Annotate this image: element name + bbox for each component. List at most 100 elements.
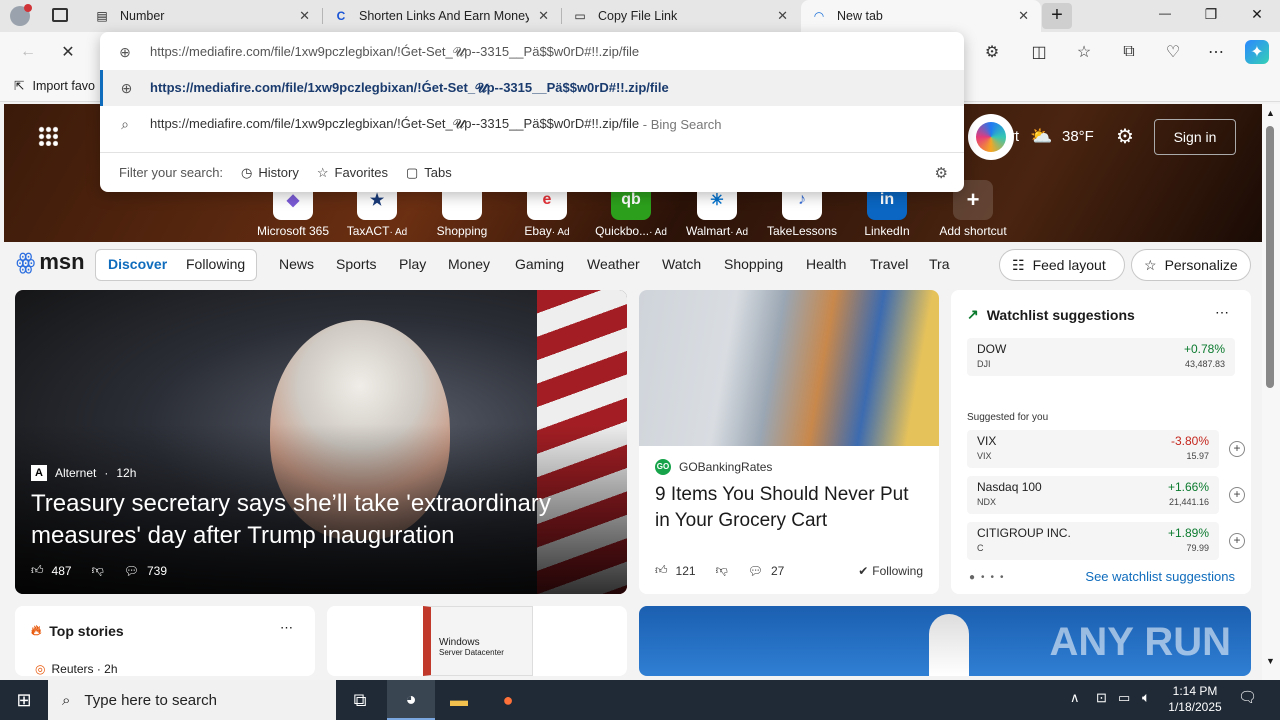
nav-gaming[interactable]: Gaming [515,256,564,272]
task-view-icon[interactable]: ⧉ [336,680,384,720]
close-tab-icon[interactable]: ✕ [299,8,310,24]
import-favorites-button[interactable]: ⇱ Import favo [14,78,95,94]
start-button[interactable]: ⊞ [0,680,48,720]
tab-new-tab[interactable]: ◠ New tab ✕ [801,0,1041,32]
restore-button[interactable]: ❐ [1196,6,1226,23]
grocery-headline[interactable]: 9 Items You Should Never Put in Your Gro… [655,482,923,534]
minimize-button[interactable]: — [1150,6,1180,20]
filter-tabs[interactable]: ▢ Tabs [406,165,452,181]
nav-travel[interactable]: Travel [870,256,908,272]
more-menu-icon[interactable]: ⋯ [1204,40,1228,64]
scroll-up-arrow[interactable]: ▲ [1266,108,1275,118]
tab-shorten-links[interactable]: C Shorten Links And Earn Money | S ✕ [323,0,561,32]
tray-chevron-icon[interactable]: ∧ [1070,690,1080,706]
firefox-icon[interactable]: ● [484,680,532,720]
new-tab-button[interactable]: + [1042,3,1072,29]
taskbar-search[interactable]: ⌕ Type here to search [48,680,336,720]
msn-logo[interactable]: ꙮ msn [16,249,85,275]
tab-number[interactable]: ▤ Number ✕ [84,0,322,32]
profile-icon[interactable] [10,4,32,26]
watchlist-row-vix[interactable]: VIX VIX -3.80% 15.97 + [967,430,1245,468]
page-scrollbar[interactable]: ▲ ▼ [1262,104,1280,680]
settings-icon[interactable]: ⚙ [1116,124,1134,149]
back-icon[interactable]: ← [16,40,40,64]
apps-grid-icon[interactable] [38,126,58,146]
see-watchlist-link[interactable]: See watchlist suggestions [1085,569,1235,584]
nav-truncated[interactable]: Tra [929,256,949,272]
add-to-watchlist-icon[interactable]: + [1229,487,1245,503]
close-window-button[interactable]: ✕ [1242,6,1272,23]
watchlist-row-ndx[interactable]: Nasdaq 100 NDX +1.66% 21,441.16 + [967,476,1245,514]
scroll-thumb[interactable] [1266,126,1274,388]
notification-icon[interactable]: 🗨︎ [1238,688,1257,706]
extensions-icon[interactable]: ⚙ [980,40,1004,64]
address-input-row[interactable]: ⊕ https://mediafire.com/file/1xw9pczlegb… [100,34,964,70]
nav-sports[interactable]: Sports [336,256,376,272]
grocery-story-card[interactable]: GO GOBankingRates 9 Items You Should Nev… [639,290,939,594]
nav-shopping[interactable]: Shopping [724,256,783,272]
lead-story-card[interactable]: A Alternet · 12h Treasury secretary says… [15,290,627,594]
following-badge[interactable]: ✔ Following [858,564,923,578]
tab-following[interactable]: Following [186,256,245,272]
bing-search-suffix: - Bing Search [639,116,722,132]
more-options-icon[interactable]: ⋯ [280,620,293,636]
filter-history[interactable]: ◷ History [241,165,299,181]
tab-actions-icon[interactable] [52,8,68,22]
source-logo: GO [655,459,671,475]
url-suggestion[interactable]: ⊕ https://mediafire.com/file/1xw9pczlegb… [100,70,964,106]
search-suggestion[interactable]: ⌕ https://mediafire.com/file/1xw9pczlegb… [100,106,964,142]
nav-weather[interactable]: Weather [587,256,640,272]
windows-server-ad-card[interactable]: Windows Server Datacenter [327,606,627,676]
comment-icon[interactable]: 💬︎ [124,564,139,578]
close-tab-icon[interactable]: ✕ [538,8,549,24]
stock-change: +1.66% [1167,480,1209,494]
watchlist-row-citi[interactable]: CITIGROUP INC. C +1.89% 79.99 + [967,522,1245,560]
like-icon[interactable]: 👍︎ [31,563,44,578]
nav-play[interactable]: Play [399,256,426,272]
scroll-down-arrow[interactable]: ▼ [1266,656,1275,666]
file-explorer-icon[interactable]: ▬ [435,680,483,720]
more-options-icon[interactable]: ⋯ [1215,304,1229,321]
weather-temp[interactable]: 38°F [1062,128,1094,145]
address-input[interactable]: https://mediafire.com/file/1xw9pczlegbix… [150,44,639,60]
nav-health[interactable]: Health [806,256,846,272]
copilot-icon[interactable]: ✦ [1245,40,1269,64]
carousel-dots[interactable]: ●••• [969,572,1010,583]
add-to-watchlist-icon[interactable]: + [1229,533,1245,549]
close-tab-icon[interactable]: ✕ [1018,8,1029,24]
volume-icon[interactable]: 🔈︎ [1142,689,1150,706]
capitol-story-card[interactable]: ANY RUN [639,606,1251,676]
clock[interactable]: 1:14 PM 1/18/2025 [1166,683,1224,715]
dislike-icon[interactable]: 👎︎ [716,563,728,578]
nav-watch[interactable]: Watch [662,256,701,272]
collections-icon[interactable]: ⧉ [1117,40,1141,64]
stop-loading-icon[interactable]: ✕ [56,40,80,64]
filter-favorites[interactable]: ☆ Favorites [317,165,388,181]
tray-device-icon[interactable]: ⊡ [1096,690,1107,706]
lead-headline[interactable]: Treasury secretary says she’ll take 'ext… [31,488,591,552]
watchlist-row-dow[interactable]: DOW DJI +0.78% 43,487.83 [967,338,1235,376]
watchlist-title: Watchlist suggestions [986,306,1135,323]
performance-icon[interactable]: ♡ [1161,40,1185,64]
comment-icon[interactable]: 💬︎ [748,564,763,578]
add-to-watchlist-icon[interactable]: + [1229,441,1245,457]
nav-money[interactable]: Money [448,256,490,272]
stock-value: 43,487.83 [1184,359,1225,369]
like-count: 121 [675,563,696,578]
copilot-hero-icon[interactable] [968,114,1014,160]
edge-taskbar-icon[interactable]: ◕ [387,680,435,720]
signin-button[interactable]: Sign in [1154,119,1236,155]
network-icon[interactable]: ▭ [1118,690,1130,706]
tab-title: New tab [837,9,883,23]
close-tab-icon[interactable]: ✕ [777,8,788,24]
personalize-button[interactable]: ☆ Personalize [1131,249,1251,281]
filter-settings-icon[interactable]: ⚙ [935,164,948,182]
nav-news[interactable]: News [279,256,314,272]
dislike-icon[interactable]: 👎︎ [92,563,104,578]
like-icon[interactable]: 👍︎ [655,563,668,578]
feed-layout-button[interactable]: ☷ Feed layout [999,249,1125,281]
tab-copy-file-link[interactable]: ▭ Copy File Link ✕ [562,0,800,32]
favorites-star-icon[interactable]: ☆ [1072,40,1096,64]
split-screen-icon[interactable]: ◫ [1027,40,1051,64]
tab-discover[interactable]: Discover [108,256,167,272]
